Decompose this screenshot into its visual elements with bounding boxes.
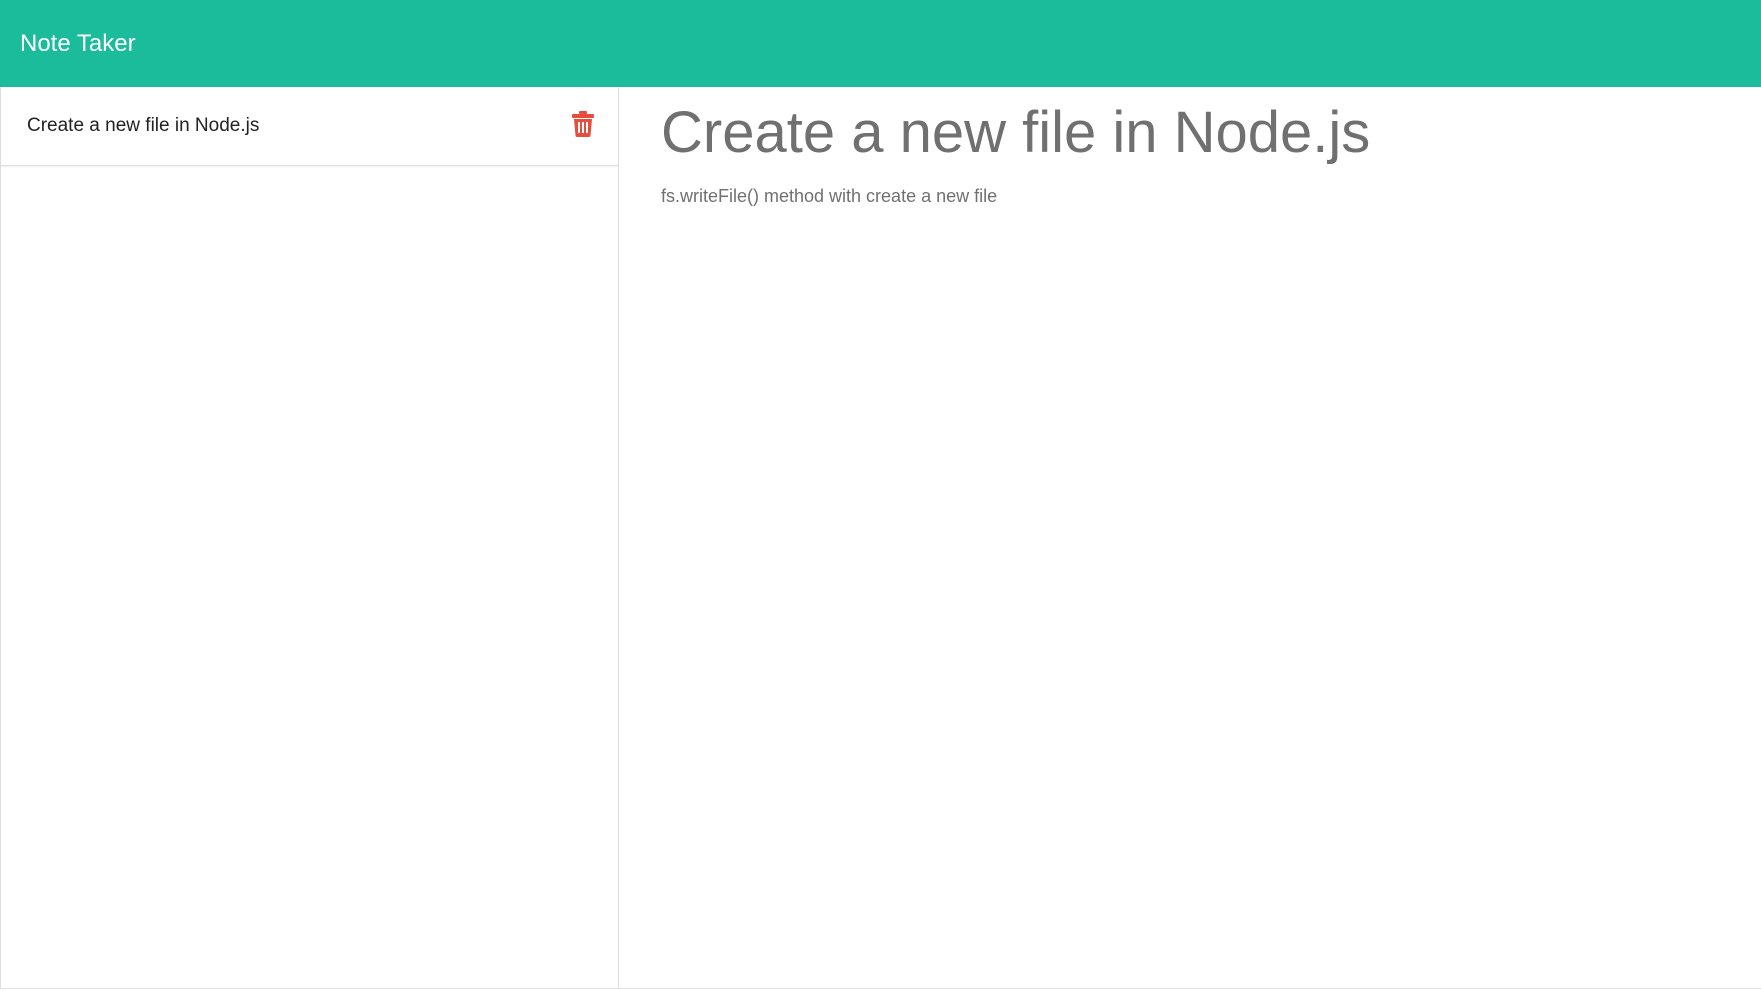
bottom-divider (0, 988, 1761, 989)
note-list-item[interactable]: Create a new file in Node.js (1, 87, 618, 166)
note-view: Create a new file in Node.js fs.writeFil… (620, 87, 1761, 991)
note-list-item-title[interactable]: Create a new file in Node.js (27, 87, 259, 165)
app-brand-link[interactable]: Note Taker (20, 0, 136, 87)
note-title-display[interactable]: Create a new file in Node.js (661, 99, 1370, 166)
notes-sidebar: Create a new file in Node.js (0, 87, 619, 989)
trash-icon[interactable] (572, 111, 594, 137)
notes-list: Create a new file in Node.js (1, 87, 618, 166)
note-text-display[interactable]: fs.writeFile() method with create a new … (661, 186, 997, 207)
top-navbar: Note Taker (0, 0, 1761, 87)
